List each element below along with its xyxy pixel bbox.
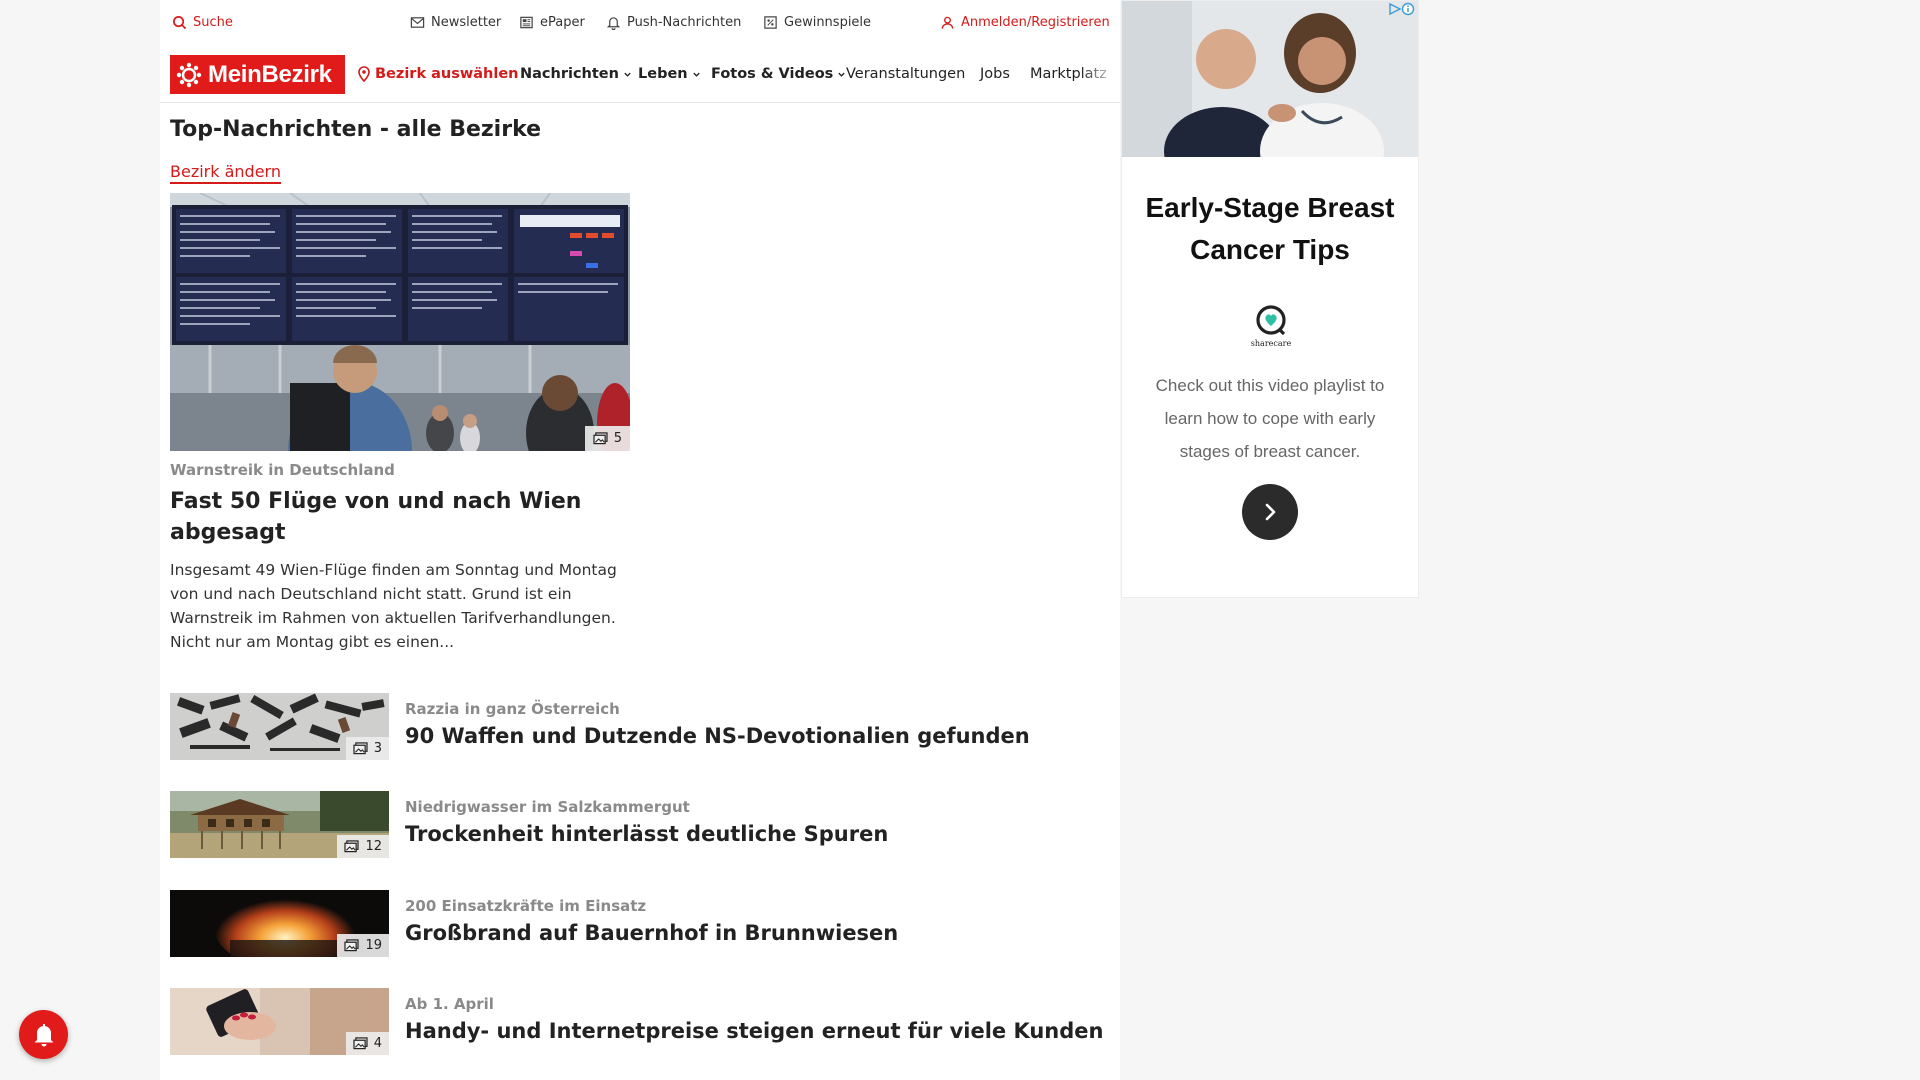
main-nav: MeinBezirk Bezirk auswählen Nachrichten … [160, 46, 1120, 103]
article-thumbnail[interactable]: 3 [170, 693, 389, 760]
search-link[interactable]: Suche [172, 15, 233, 30]
hero-teaser: Insgesamt 49 Wien-Flüge finden am Sonnta… [170, 561, 617, 651]
nav-item-leben[interactable]: Leben [638, 66, 701, 82]
utility-bar: Suche Newsletter ePaper Push-Nachrichten… [160, 0, 1120, 46]
sharecare-logo: sharecare [1251, 305, 1292, 348]
epaper-label: ePaper [540, 15, 585, 30]
search-icon [173, 16, 187, 30]
nav-label: Veranstaltungen [846, 66, 966, 82]
nav-item-jobs[interactable]: Jobs [980, 66, 1010, 82]
photo-count: 19 [365, 938, 382, 953]
logo-sun-icon [176, 62, 202, 87]
nav-label: Leben [638, 66, 688, 82]
logo[interactable]: MeinBezirk [170, 55, 345, 94]
district-label: Bezirk auswählen [375, 66, 519, 82]
newspaper-icon [520, 16, 533, 29]
hero-image[interactable]: 5 [170, 193, 630, 451]
article-thumbnail[interactable]: 12 [170, 791, 389, 858]
search-label: Suche [193, 15, 233, 30]
bell-icon [34, 1023, 53, 1046]
district-select[interactable]: Bezirk auswählen [357, 66, 519, 82]
bell-icon [606, 17, 621, 30]
page-container: Suche Newsletter ePaper Push-Nachrichten… [160, 0, 1120, 1080]
list-item[interactable]: 19 200 Einsatzkräfte im Einsatz Großbran… [170, 890, 1110, 958]
photo-count-badge: 5 [584, 426, 630, 451]
newsletter-link[interactable]: Newsletter [410, 15, 501, 30]
list-item[interactable]: 4 Ab 1. April Handy- und Internetpreise … [170, 988, 1110, 1056]
user-icon [941, 16, 954, 29]
photo-count: 5 [613, 431, 622, 446]
nav-label: Fotos & Videos [711, 66, 834, 82]
gallery-icon [344, 840, 360, 853]
ad-banner[interactable]: Early-Stage Breast Cancer Tips sharecare… [1121, 0, 1419, 598]
list-item[interactable]: 12 Niedrigwasser im Salzkammergut Trocke… [170, 791, 1110, 859]
login-label: Anmelden/Registrieren [961, 15, 1110, 30]
svg-text:sharecare: sharecare [1251, 339, 1292, 348]
article-title[interactable]: 90 Waffen und Dutzende NS-Devotionalien … [405, 724, 1030, 748]
hero-photo-airport [170, 193, 630, 451]
hero-title[interactable]: Fast 50 Flüge von und nach Wien abgesagt [170, 486, 630, 548]
ad-next-button[interactable] [1242, 484, 1298, 540]
mail-icon [410, 17, 425, 28]
nav-label: Nachrichten [520, 66, 619, 82]
gallery-icon [353, 742, 368, 755]
article-kicker: Niedrigwasser im Salzkammergut [405, 798, 690, 816]
gallery-icon [344, 939, 360, 952]
list-item[interactable]: 3 Razzia in ganz Österreich 90 Waffen un… [170, 693, 1110, 761]
nav-item-fotos-videos[interactable]: Fotos & Videos [711, 66, 846, 82]
gallery-icon [593, 432, 608, 445]
article-title[interactable]: Trockenheit hinterlässt deutliche Spuren [405, 822, 888, 846]
logo-text: MeinBezirk [208, 60, 332, 88]
photo-count-badge: 4 [345, 1032, 389, 1055]
contests-label: Gewinnspiele [784, 15, 872, 30]
photo-count: 4 [373, 1036, 382, 1051]
push-label: Push-Nachrichten [627, 15, 742, 30]
epaper-link[interactable]: ePaper [519, 15, 585, 30]
nav-fade-overlay [1080, 46, 1120, 102]
ad-image[interactable] [1122, 1, 1418, 157]
hero-kicker: Warnstreik in Deutschland [170, 461, 395, 479]
section-title: Top-Nachrichten - alle Bezirke [170, 117, 542, 142]
notification-bell-button[interactable] [19, 1010, 68, 1059]
article-thumbnail[interactable]: 4 [170, 988, 389, 1055]
nav-item-veranstaltungen[interactable]: Veranstaltungen [846, 66, 965, 82]
photo-count-badge: 3 [345, 737, 389, 760]
ad-photo-doctor-patient [1122, 1, 1418, 157]
photo-count-badge: 19 [337, 934, 389, 957]
contests-link[interactable]: Gewinnspiele [763, 15, 871, 30]
newsletter-label: Newsletter [431, 15, 502, 30]
chevron-down-icon [838, 72, 845, 77]
ad-title[interactable]: Early-Stage Breast Cancer Tips [1122, 187, 1418, 271]
chevron-down-icon [624, 72, 631, 77]
article-kicker: 200 Einsatzkräfte im Einsatz [405, 897, 647, 915]
login-link[interactable]: Anmelden/Registrieren [940, 15, 1110, 30]
push-link[interactable]: Push-Nachrichten [606, 15, 741, 30]
article-thumbnail[interactable]: 19 [170, 890, 389, 957]
chevron-down-icon [692, 72, 700, 77]
nav-item-nachrichten[interactable]: Nachrichten [520, 66, 632, 82]
ad-choices-icon[interactable] [1388, 2, 1416, 16]
article-title[interactable]: Handy- und Internetpreise steigen erneut… [405, 1019, 1103, 1043]
gift-icon [764, 16, 777, 29]
ad-text: Check out this video playlist to learn h… [1155, 376, 1385, 461]
gallery-icon [353, 1037, 368, 1050]
nav-label: Jobs [980, 66, 1010, 82]
photo-count-badge: 12 [337, 835, 389, 858]
change-district-link[interactable]: Bezirk ändern [170, 162, 281, 184]
location-pin-icon [358, 66, 370, 82]
chevron-right-icon [1265, 503, 1276, 521]
photo-count: 12 [365, 839, 382, 854]
photo-count: 3 [373, 741, 382, 756]
article-kicker: Ab 1. April [405, 995, 494, 1013]
article-title[interactable]: Großbrand auf Bauernhof in Brunnwiesen [405, 921, 898, 945]
article-kicker: Razzia in ganz Österreich [405, 700, 620, 718]
